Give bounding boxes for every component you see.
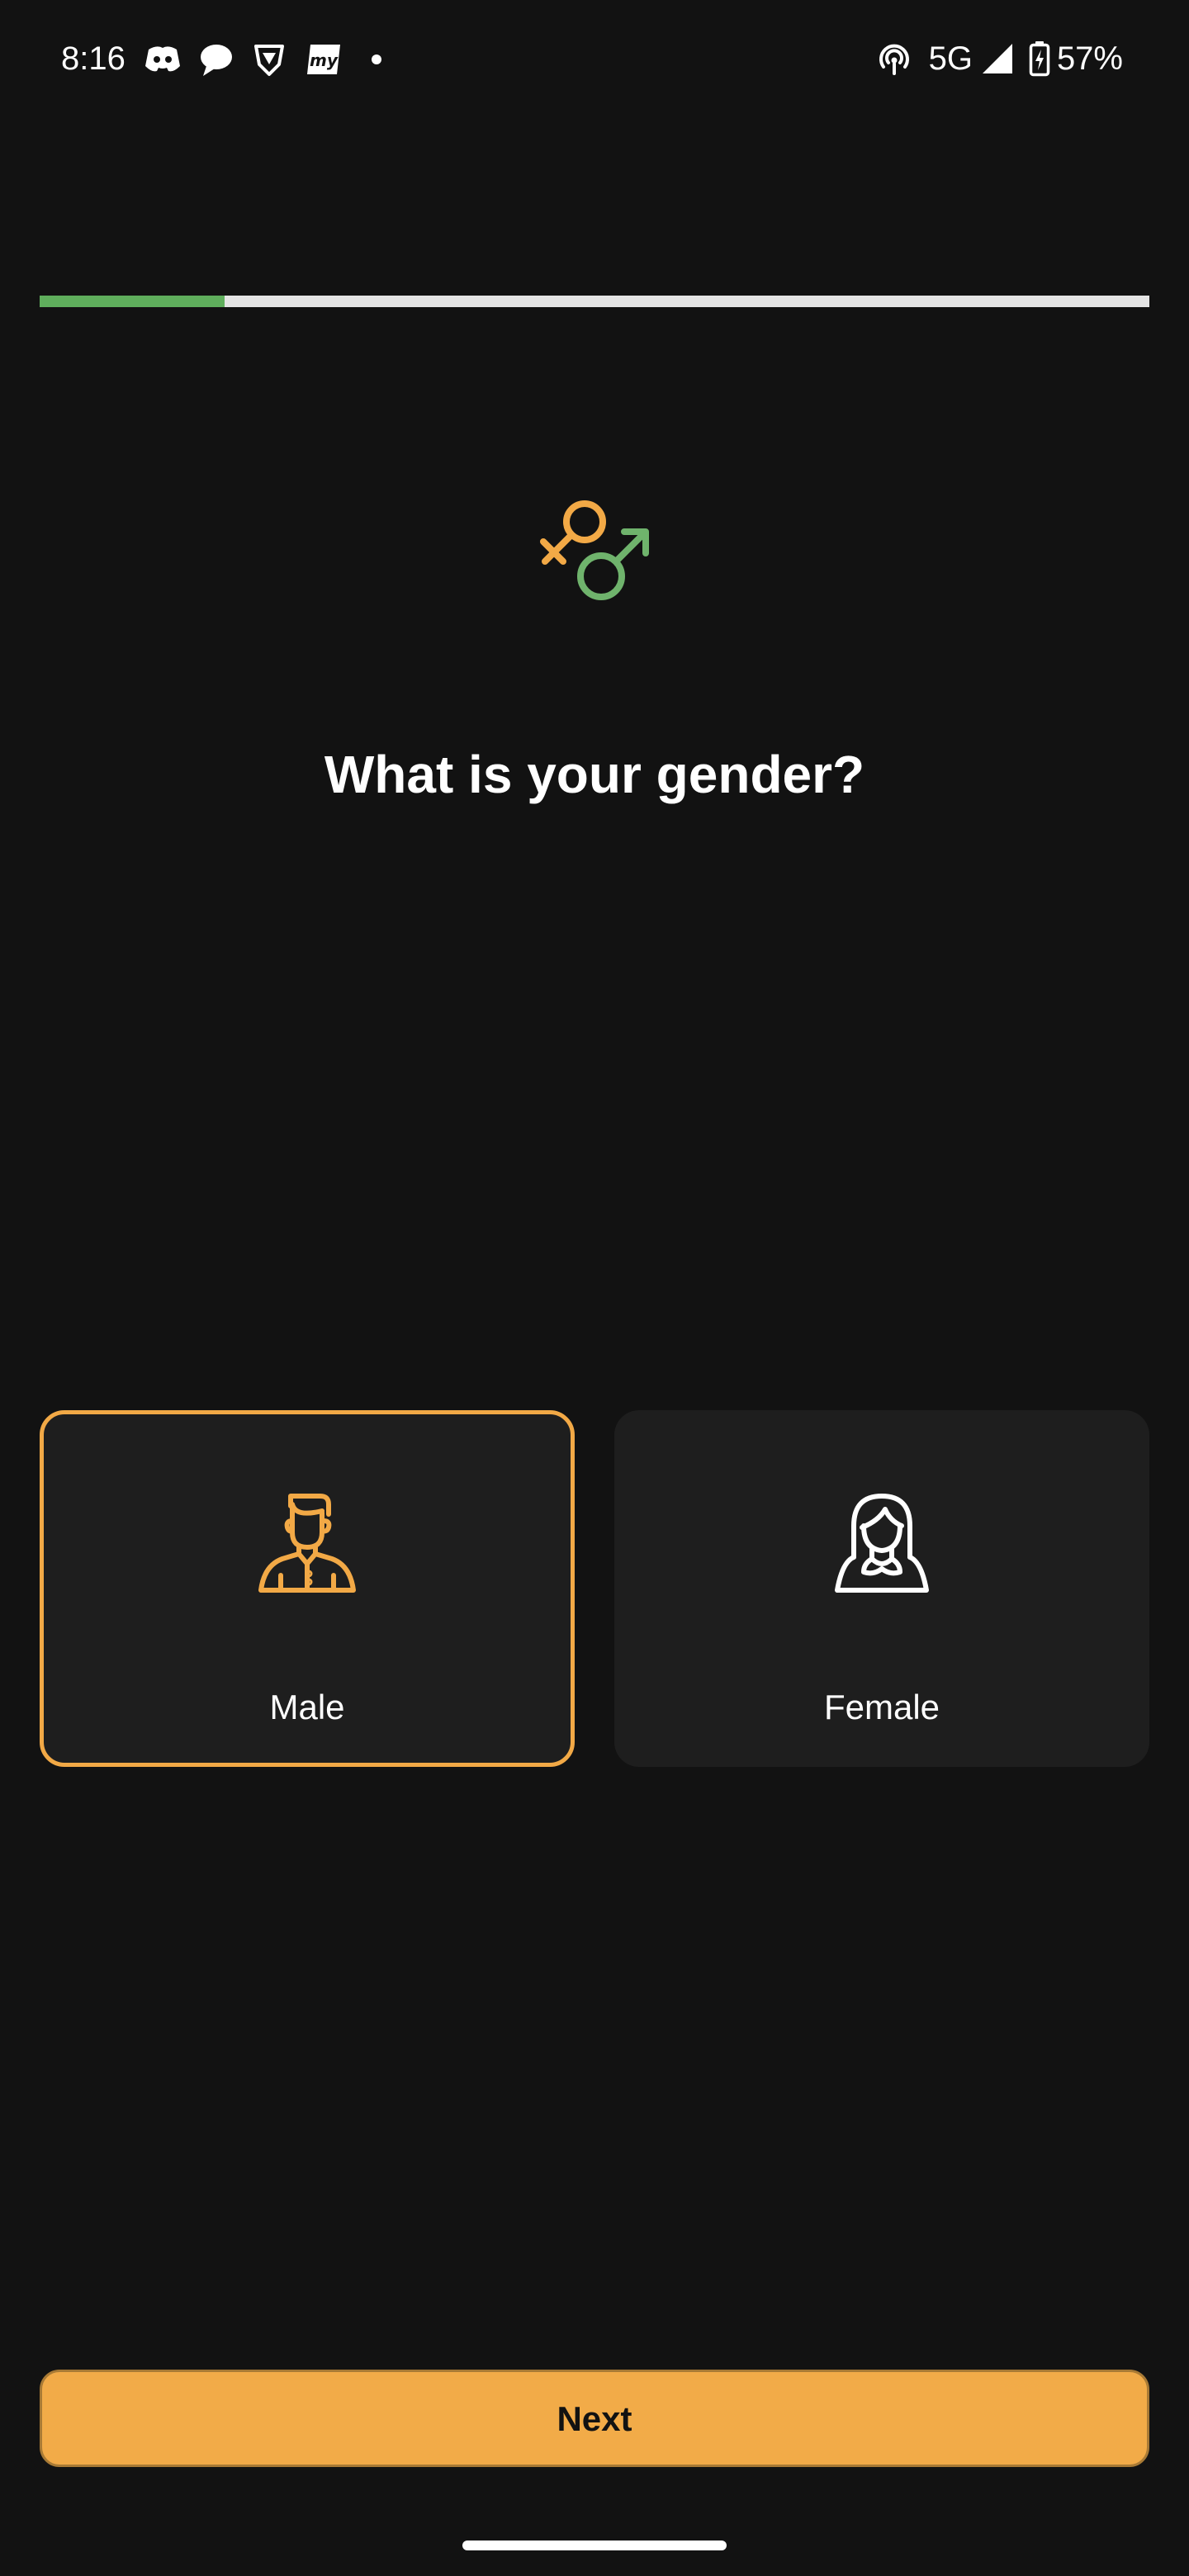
- hotspot-icon: [879, 44, 909, 75]
- male-person-icon: [258, 1494, 356, 1593]
- option-label-male: Male: [269, 1688, 345, 1726]
- dot-icon: [372, 54, 381, 64]
- option-label-female: Female: [823, 1688, 940, 1726]
- signal-icon: [982, 44, 1012, 73]
- svg-text:my: my: [310, 50, 339, 70]
- battery-level: 57%: [1056, 40, 1123, 77]
- network-type: 5G: [928, 40, 973, 77]
- next-button[interactable]: Next: [40, 2370, 1149, 2467]
- question-title: What is your gender?: [324, 745, 865, 804]
- gender-symbol-icon: [540, 500, 649, 600]
- status-bar: 8:16 my 5G 57%: [0, 0, 1189, 116]
- brave-icon: [254, 45, 284, 76]
- home-gesture-bar[interactable]: [462, 2540, 727, 2550]
- progress-fill: [40, 296, 225, 307]
- chat-bubble-icon: [201, 45, 232, 76]
- female-person-icon: [835, 1494, 929, 1593]
- option-card-female[interactable]: Female: [614, 1410, 1149, 1767]
- system-status: 5G 57%: [876, 38, 1123, 79]
- discord-icon: [145, 46, 180, 72]
- status-time: 8:16: [61, 40, 126, 77]
- option-card-male[interactable]: Male: [40, 1410, 575, 1767]
- onboarding-progress-bar: [40, 296, 1149, 307]
- myntra-icon: my: [307, 45, 340, 74]
- battery-charging-icon: [1029, 41, 1050, 77]
